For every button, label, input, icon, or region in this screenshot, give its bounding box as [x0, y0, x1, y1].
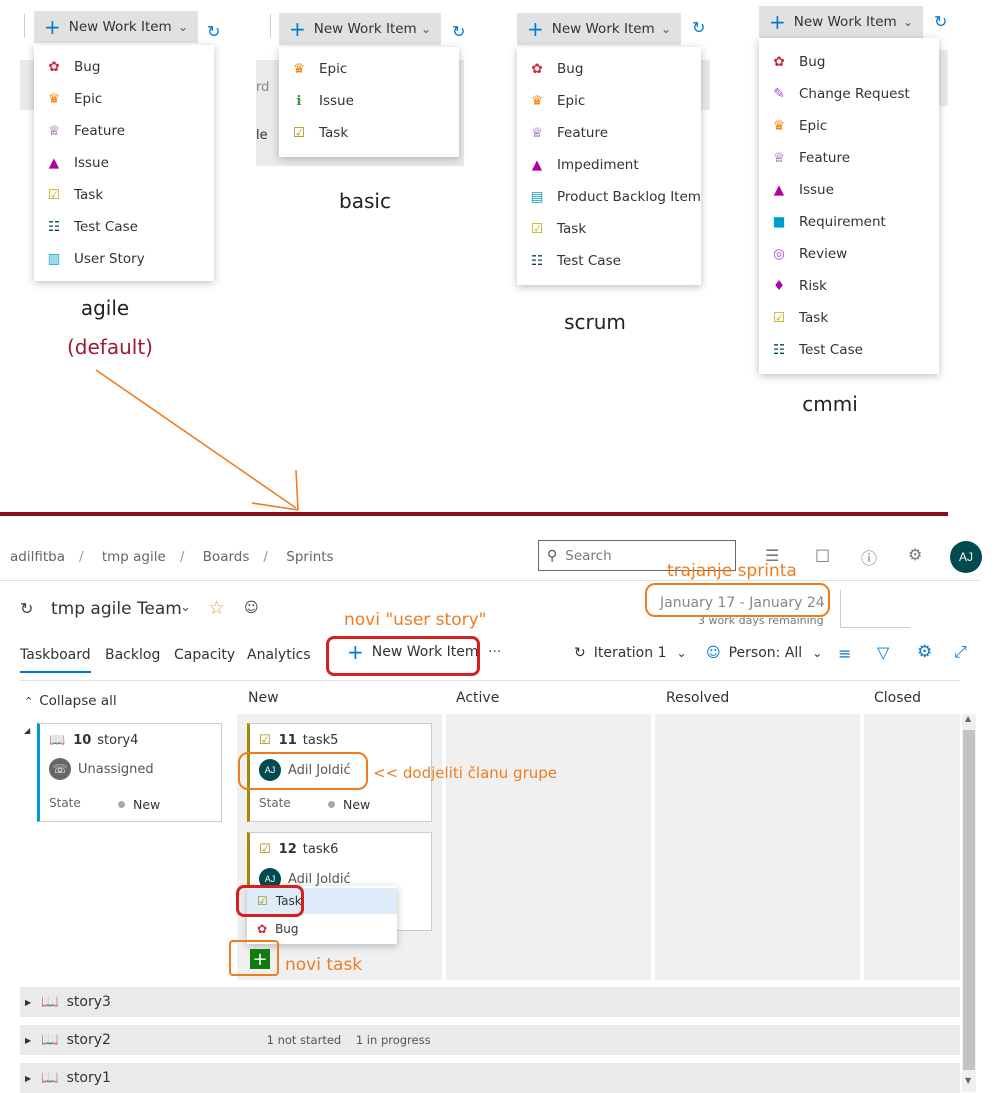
expand-triangle-icon[interactable]: ▶: [25, 1036, 31, 1045]
section-separator: [0, 512, 948, 516]
tab-capacity[interactable]: Capacity: [174, 647, 235, 663]
collapse-icon: ⌃: [24, 694, 34, 708]
book-icon: 📖: [41, 1070, 59, 1086]
story-row[interactable]: ▶ 📖 story1: [20, 1063, 960, 1093]
annotation-oval-assignee: [238, 752, 368, 790]
annotation-box-add-button: [229, 940, 279, 976]
team-members-icon[interactable]: ☺: [244, 600, 259, 616]
annotation-sprint-duration: trajanje sprinta: [667, 561, 797, 581]
bug-icon: ✿: [257, 922, 268, 936]
favorite-star-icon[interactable]: ☆: [208, 597, 225, 619]
breadcrumb-sprints[interactable]: Sprints: [286, 549, 333, 565]
collapse-all-button[interactable]: ⌃ Collapse all: [24, 693, 117, 709]
settings-gear-icon[interactable]: ⚙: [917, 642, 932, 662]
breadcrumb-boards[interactable]: Boards: [203, 549, 250, 565]
annotation-box-new-work-item: [326, 636, 480, 676]
annotation-box-task-item: [236, 885, 304, 917]
column-new-header: New: [248, 690, 279, 706]
column-active-cell: [446, 714, 651, 980]
more-actions-button[interactable]: ···: [488, 644, 501, 660]
column-resolved-header: Resolved: [666, 690, 730, 706]
expand-triangle-icon[interactable]: ▶: [25, 1074, 31, 1083]
chevron-down-icon: ⌄: [676, 646, 687, 660]
breadcrumb-org[interactable]: adilfitba: [10, 549, 65, 565]
breadcrumb: adilfitba / tmp agile / Boards / Sprints: [10, 549, 334, 565]
user-settings-icon[interactable]: ⚙: [908, 545, 922, 564]
annotation-new-task: novi task: [285, 955, 363, 975]
expand-triangle-icon[interactable]: ▶: [25, 998, 31, 1007]
help-icon[interactable]: ⓘ: [861, 545, 877, 569]
book-icon: 📖: [41, 994, 59, 1010]
story-row[interactable]: ▶ 📖 story3: [20, 987, 960, 1017]
user-avatar[interactable]: AJ: [950, 541, 982, 573]
fullscreen-icon[interactable]: ⤢: [954, 642, 967, 662]
annotation-assign-member: << dodjeliti članu grupe: [373, 764, 558, 782]
tab-analytics[interactable]: Analytics: [247, 647, 311, 663]
chevron-down-icon[interactable]: ⌄: [180, 600, 191, 615]
header-divider: [0, 580, 980, 581]
toolbar-divider: [20, 680, 960, 681]
expand-triangle-icon[interactable]: ◢: [24, 726, 30, 735]
state-dot: [328, 801, 335, 808]
tab-backlog[interactable]: Backlog: [105, 647, 160, 663]
column-resolved-cell: [655, 714, 860, 980]
filter-icon[interactable]: ▽: [877, 643, 889, 662]
column-closed-header: Closed: [874, 690, 922, 706]
burndown-border: [840, 590, 841, 628]
story-row[interactable]: ▶ 📖 story2 1 not started 1 in progress: [20, 1025, 960, 1055]
scrollbar-thumb[interactable]: [963, 730, 975, 1070]
task-clipboard-icon: ☑: [259, 842, 271, 857]
column-closed-cell: [864, 714, 960, 980]
sprint-icon: ↻: [20, 599, 34, 618]
row-summary: 1 not started 1 in progress: [266, 1033, 431, 1047]
book-icon: 📖: [49, 733, 66, 748]
story-card[interactable]: 📖 10 story4 ☏ Unassigned State New: [37, 723, 222, 822]
chevron-down-icon: ⌄: [812, 646, 823, 660]
search-icon: ⚲: [547, 547, 558, 564]
state-dot: [118, 801, 125, 808]
breadcrumb-project[interactable]: tmp agile: [102, 549, 166, 565]
task-clipboard-icon: ☑: [259, 733, 271, 748]
add-bug-menu-item[interactable]: ✿ Bug: [247, 916, 397, 942]
burndown-border: [840, 627, 910, 628]
person-icon: ☺: [706, 645, 721, 661]
tab-taskboard[interactable]: Taskboard: [20, 647, 91, 673]
shopping-bag-icon[interactable]: □: [815, 545, 830, 564]
vertical-scrollbar[interactable]: ▲ ▼: [962, 714, 976, 1092]
book-icon: 📖: [41, 1032, 59, 1048]
view-options-icon[interactable]: ≡: [838, 644, 851, 663]
scroll-up-icon[interactable]: ▲: [965, 714, 971, 723]
default-arrow-line: [95, 369, 297, 509]
annotation-oval-dates: [645, 583, 830, 617]
column-active-header: Active: [456, 690, 500, 706]
annotation-new-user-story: novi "user story": [344, 610, 487, 630]
arrowhead-top: [295, 469, 299, 511]
scroll-down-icon[interactable]: ▼: [965, 1076, 971, 1085]
person-filter[interactable]: ☺ Person: All ⌄: [706, 645, 822, 661]
unassigned-avatar-icon: ☏: [49, 758, 71, 780]
iteration-selector[interactable]: ↻ Iteration 1 ⌄: [574, 645, 687, 661]
sprint-icon: ↻: [574, 645, 586, 661]
team-name[interactable]: tmp agile Team: [51, 599, 182, 619]
